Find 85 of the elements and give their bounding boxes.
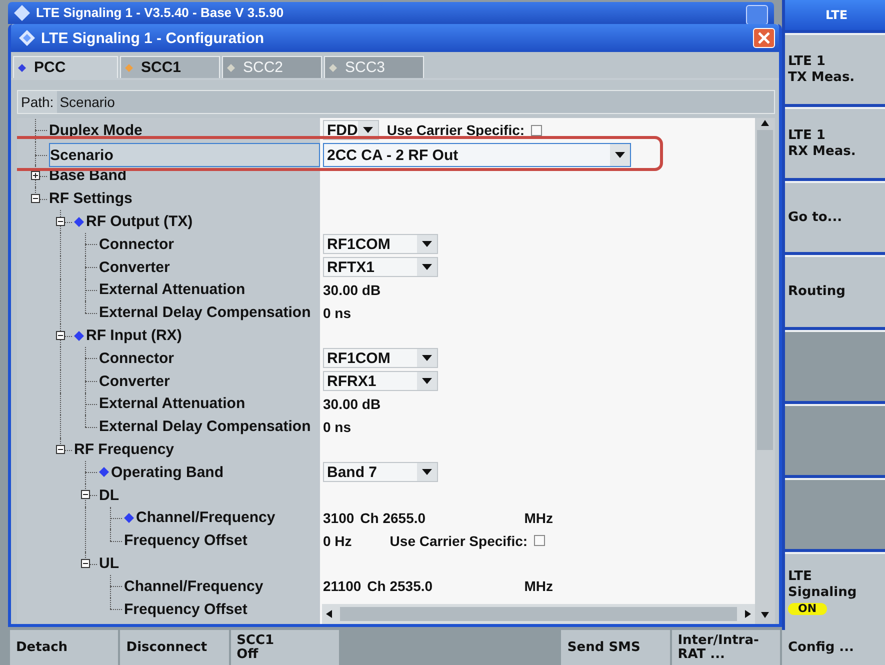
path-value: Scenario xyxy=(56,91,774,113)
close-icon xyxy=(758,32,770,44)
checkbox[interactable] xyxy=(534,535,545,546)
checkbox[interactable] xyxy=(530,124,542,136)
scroll-left-icon[interactable] xyxy=(326,610,332,618)
tree-item[interactable]: RF Output (TX) xyxy=(86,213,193,230)
scroll-up-icon[interactable] xyxy=(761,120,769,126)
tab[interactable]: PCC xyxy=(13,56,118,78)
tree-item[interactable]: Converter xyxy=(99,372,170,390)
unit-label: MHz xyxy=(524,578,553,594)
window-title: LTE Signaling 1 - V3.5.40 - Base V 3.5.90 xyxy=(36,5,284,20)
scroll-down-icon[interactable] xyxy=(761,612,769,618)
minimize-button[interactable] xyxy=(746,5,768,24)
collapse-icon[interactable] xyxy=(31,194,40,203)
collapse-icon[interactable] xyxy=(81,558,90,568)
scroll-right-icon[interactable] xyxy=(745,610,751,618)
value-text: 0 ns xyxy=(323,304,352,321)
dropdown-arrow-icon xyxy=(422,241,432,248)
softkey[interactable]: Config ... xyxy=(782,630,885,665)
tree-item[interactable]: Converter xyxy=(99,258,170,276)
softkey[interactable]: Inter/Intra- RAT ... xyxy=(672,630,780,665)
tree-item[interactable]: RF Settings xyxy=(49,190,132,208)
channel-number: 3100 xyxy=(323,510,354,526)
tree-item[interactable]: Frequency Offset xyxy=(124,532,248,550)
app-logo-icon xyxy=(19,30,35,46)
softkey[interactable]: Go to... xyxy=(785,181,885,252)
scenario-dropdown[interactable]: 2CC CA - 2 RF Out xyxy=(323,143,631,168)
dropdown[interactable]: RF1COM xyxy=(323,348,438,368)
softkey[interactable]: SCC1 Off xyxy=(230,630,339,665)
dropdown-arrow-icon xyxy=(422,469,432,476)
softkey[interactable]: Disconnect xyxy=(120,630,229,665)
vertical-scrollbar[interactable] xyxy=(755,118,775,624)
value-text: 30.00 dB xyxy=(323,396,381,412)
tree-item[interactable]: External Delay Compensation xyxy=(99,304,311,322)
tree-item[interactable]: Connector xyxy=(99,350,174,367)
channel-number: 21100 xyxy=(323,578,362,594)
value-text: 0 ns xyxy=(323,418,352,435)
frequency-value: Ch 2655.0 xyxy=(360,510,426,526)
value-text: 0 Hz xyxy=(323,532,352,549)
dropdown[interactable]: RFTX1 xyxy=(323,257,438,278)
option-label: Use Carrier Specific: xyxy=(386,122,525,138)
collapse-icon[interactable] xyxy=(56,444,65,454)
close-button[interactable] xyxy=(753,28,775,48)
dropdown[interactable]: RF1COM xyxy=(323,234,438,254)
status-badge: ON xyxy=(788,603,827,615)
tree-item[interactable]: Scenario xyxy=(50,146,114,164)
tree-item[interactable]: UL xyxy=(99,555,119,572)
tree-item[interactable]: RF Frequency xyxy=(74,441,174,458)
tree-item[interactable]: RF Input (RX) xyxy=(86,327,182,344)
frequency-value: Ch 2535.0 xyxy=(367,578,433,594)
softkey[interactable]: LTE 1 TX Meas. xyxy=(785,33,885,104)
value-text: 30.00 dB xyxy=(323,282,381,298)
option-label: Use Carrier Specific: xyxy=(390,532,528,549)
dropdown-arrow-icon xyxy=(422,355,432,362)
app-logo-icon xyxy=(14,5,30,21)
collapse-icon[interactable] xyxy=(56,330,65,340)
tree-item[interactable]: Channel/Frequency xyxy=(136,509,276,526)
softkey[interactable]: LTE Signaling xyxy=(788,569,885,601)
collapse-icon[interactable] xyxy=(56,216,65,226)
tree-item[interactable]: External Delay Compensation xyxy=(99,418,311,436)
dropdown-arrow-icon xyxy=(362,127,373,134)
softkey[interactable]: Detach xyxy=(10,630,118,665)
tree-item[interactable]: External Attenuation xyxy=(99,395,246,412)
collapse-icon[interactable] xyxy=(81,490,90,500)
softkey-header: LTE xyxy=(785,0,885,30)
softkey[interactable]: LTE 1 RX Meas. xyxy=(785,107,885,178)
tree-item[interactable]: Channel/Frequency xyxy=(124,578,264,595)
tree-item[interactable]: Duplex Mode xyxy=(49,122,142,139)
dropdown-arrow-icon xyxy=(615,152,625,158)
tree-item[interactable]: Connector xyxy=(99,236,174,253)
dropdown[interactable]: Band 7 xyxy=(323,462,438,482)
softkey[interactable]: Send SMS xyxy=(561,630,670,665)
dropdown[interactable]: RFRX1 xyxy=(323,371,438,392)
dropdown-arrow-icon xyxy=(422,264,432,270)
unit-label: MHz xyxy=(524,510,553,526)
tab[interactable]: SCC1 xyxy=(120,56,220,78)
dialog-title: LTE Signaling 1 - Configuration xyxy=(41,30,264,46)
tree-item[interactable]: Frequency Offset xyxy=(124,600,248,618)
dropdown-arrow-icon xyxy=(422,378,432,384)
tree-item[interactable]: External Attenuation xyxy=(99,281,246,298)
tree-item[interactable]: DL xyxy=(99,486,119,504)
tree-item[interactable]: Operating Band xyxy=(111,464,224,481)
softkey[interactable]: Routing xyxy=(785,255,885,327)
path-label: Path: xyxy=(20,94,55,110)
horizontal-scrollbar[interactable] xyxy=(322,604,755,624)
